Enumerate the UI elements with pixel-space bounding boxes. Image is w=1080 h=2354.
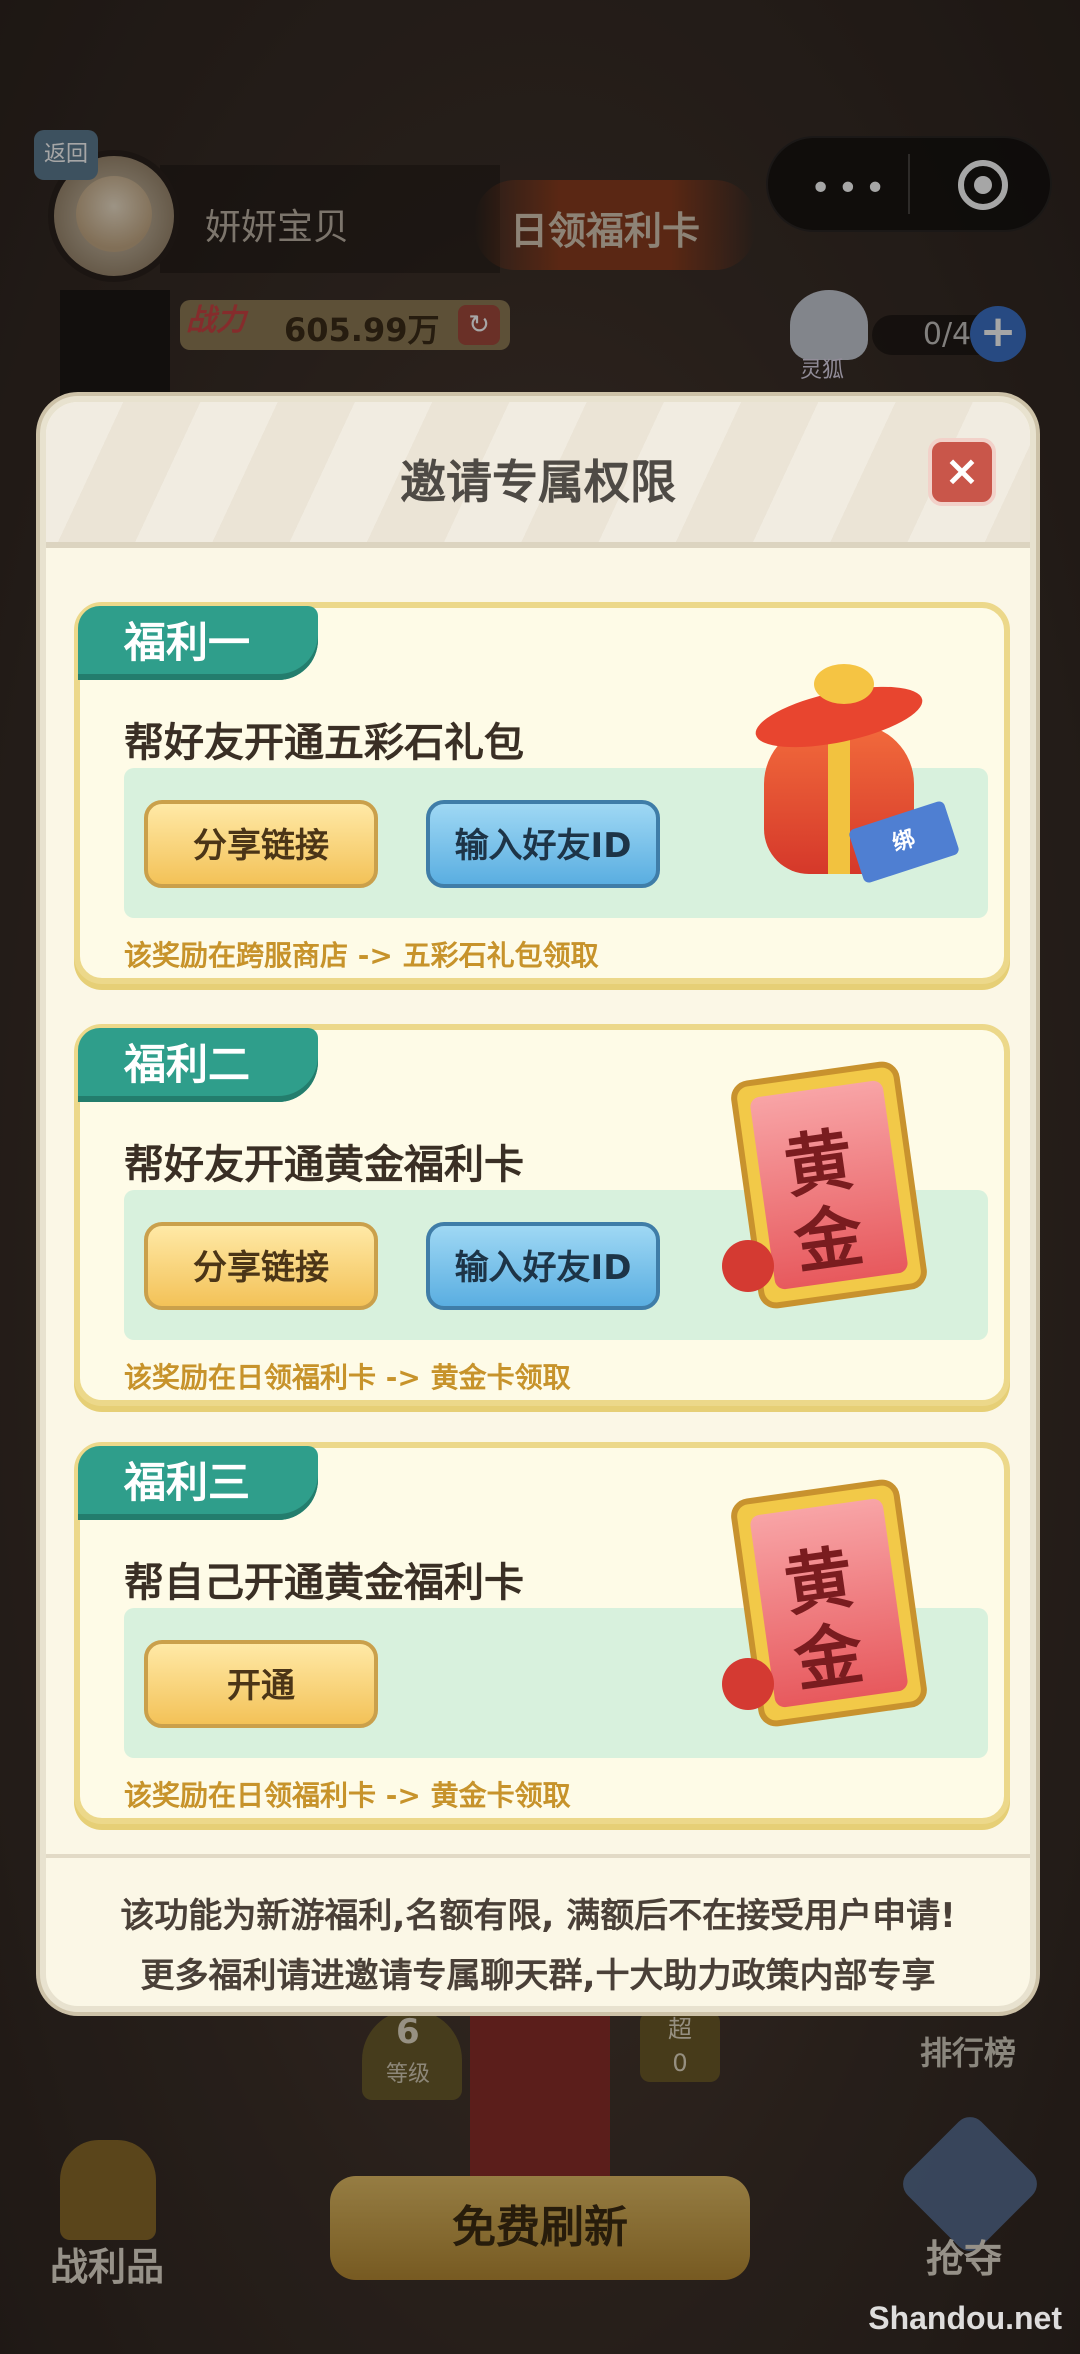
gold-card-knot	[722, 1658, 774, 1710]
gift-bow	[814, 664, 874, 704]
enter-friend-id-button[interactable]: 输入好友ID	[426, 1222, 660, 1310]
benefit-title: 帮自己开通黄金福利卡	[124, 1560, 524, 1606]
gold-card-char-2: 金	[789, 1196, 869, 1285]
gift-box-icon: 绑	[744, 664, 961, 885]
footer-divider	[46, 1854, 1030, 1858]
gold-card-knot	[722, 1240, 774, 1292]
invite-privilege-modal: 邀请专属权限 × 福利一 帮好友开通五彩石礼包 分享链接 输入好友ID 绑 该奖…	[40, 396, 1036, 2012]
benefit-note: 该奖励在日领福利卡 -> 黄金卡领取	[124, 1361, 571, 1394]
footer-notice-1: 该功能为新游福利,名额有限, 满额后不在接受用户申请!	[120, 1896, 956, 1936]
gold-card-char-2: 金	[789, 1614, 869, 1703]
activate-button[interactable]: 开通	[144, 1640, 378, 1728]
modal-header: 邀请专属权限 ×	[46, 402, 1030, 548]
gold-card-icon: 黄 金	[722, 1059, 930, 1311]
share-link-button[interactable]: 分享链接	[144, 800, 378, 888]
modal-title: 邀请专属权限	[400, 455, 676, 509]
benefit-tag: 福利一	[78, 606, 318, 680]
share-link-button[interactable]: 分享链接	[144, 1222, 378, 1310]
benefit-card-3: 福利三 帮自己开通黄金福利卡 开通 黄 金 该奖励在日领福利卡 -> 黄金卡领取	[74, 1442, 1010, 1824]
benefit-card-1: 福利一 帮好友开通五彩石礼包 分享链接 输入好友ID 绑 该奖励在跨服商店 ->…	[74, 602, 1010, 984]
benefit-note: 该奖励在日领福利卡 -> 黄金卡领取	[124, 1779, 571, 1812]
benefit-card-2: 福利二 帮好友开通黄金福利卡 分享链接 输入好友ID 黄 金 该奖励在日领福利卡…	[74, 1024, 1010, 1406]
gift-ribbon	[828, 724, 850, 874]
benefit-title: 帮好友开通五彩石礼包	[124, 720, 524, 766]
footer-notice-2: 更多福利请进邀请专属聊天群,十大助力政策内部专享	[140, 1956, 936, 1996]
gold-card-icon: 黄 金	[722, 1477, 930, 1729]
benefit-title: 帮好友开通黄金福利卡	[124, 1142, 524, 1188]
benefit-tag: 福利二	[78, 1028, 318, 1102]
enter-friend-id-button[interactable]: 输入好友ID	[426, 800, 660, 888]
watermark: Shandou.net	[868, 2300, 1062, 2336]
benefit-tag: 福利三	[78, 1446, 318, 1520]
close-button[interactable]: ×	[928, 438, 996, 506]
benefit-note: 该奖励在跨服商店 -> 五彩石礼包领取	[124, 939, 599, 972]
